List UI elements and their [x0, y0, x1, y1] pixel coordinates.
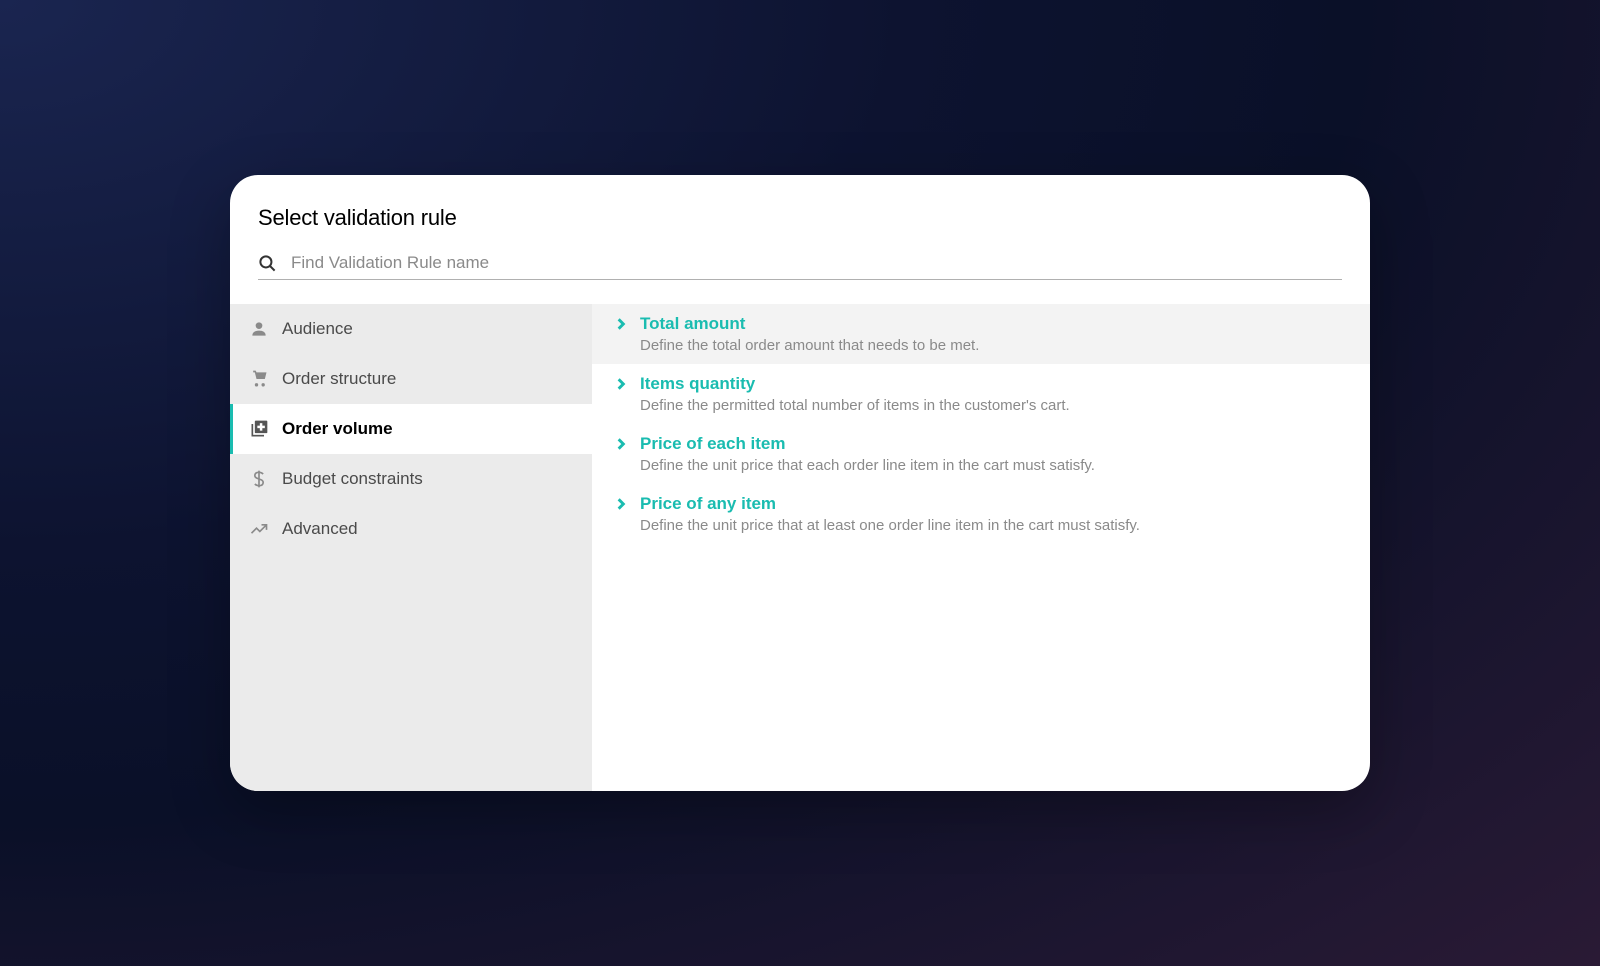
content-area: Audience Order structure	[230, 304, 1370, 791]
rule-title: Total amount	[640, 314, 1346, 334]
rule-item-price-each[interactable]: Price of each item Define the unit price…	[592, 424, 1370, 484]
search-icon	[258, 254, 277, 273]
rule-text: Items quantity Define the permitted tota…	[640, 374, 1346, 414]
sidebar-item-budget-constraints[interactable]: Budget constraints	[230, 454, 592, 504]
search-container	[258, 253, 1342, 280]
cart-icon	[248, 368, 270, 390]
category-sidebar: Audience Order structure	[230, 304, 592, 791]
modal-header: Select validation rule	[230, 175, 1370, 231]
chevron-right-icon	[616, 497, 626, 516]
chevron-right-icon	[616, 317, 626, 336]
rule-item-items-quantity[interactable]: Items quantity Define the permitted tota…	[592, 364, 1370, 424]
sidebar-item-label: Order volume	[282, 419, 393, 439]
rule-title: Price of any item	[640, 494, 1346, 514]
sidebar-item-audience[interactable]: Audience	[230, 304, 592, 354]
rule-description: Define the permitted total number of ite…	[640, 397, 1346, 414]
add-box-icon	[248, 418, 270, 440]
sidebar-item-advanced[interactable]: Advanced	[230, 504, 592, 554]
rule-title: Items quantity	[640, 374, 1346, 394]
rules-list: Total amount Define the total order amou…	[592, 304, 1370, 791]
rule-description: Define the unit price that each order li…	[640, 457, 1346, 474]
trend-icon	[248, 518, 270, 540]
rule-title: Price of each item	[640, 434, 1346, 454]
rule-item-total-amount[interactable]: Total amount Define the total order amou…	[592, 304, 1370, 364]
sidebar-item-label: Audience	[282, 319, 353, 339]
modal-title: Select validation rule	[258, 205, 1342, 231]
rule-description: Define the unit price that at least one …	[640, 517, 1346, 534]
person-icon	[248, 318, 270, 340]
sidebar-item-label: Order structure	[282, 369, 396, 389]
sidebar-item-label: Advanced	[282, 519, 358, 539]
rule-text: Total amount Define the total order amou…	[640, 314, 1346, 354]
chevron-right-icon	[616, 437, 626, 456]
rule-text: Price of each item Define the unit price…	[640, 434, 1346, 474]
sidebar-item-order-structure[interactable]: Order structure	[230, 354, 592, 404]
rule-text: Price of any item Define the unit price …	[640, 494, 1346, 534]
search-input[interactable]	[291, 253, 1342, 273]
rule-item-price-any[interactable]: Price of any item Define the unit price …	[592, 484, 1370, 544]
sidebar-item-order-volume[interactable]: Order volume	[230, 404, 592, 454]
validation-rule-modal: Select validation rule Audience	[230, 175, 1370, 791]
dollar-icon	[248, 468, 270, 490]
chevron-right-icon	[616, 377, 626, 396]
rule-description: Define the total order amount that needs…	[640, 337, 1346, 354]
sidebar-item-label: Budget constraints	[282, 469, 423, 489]
